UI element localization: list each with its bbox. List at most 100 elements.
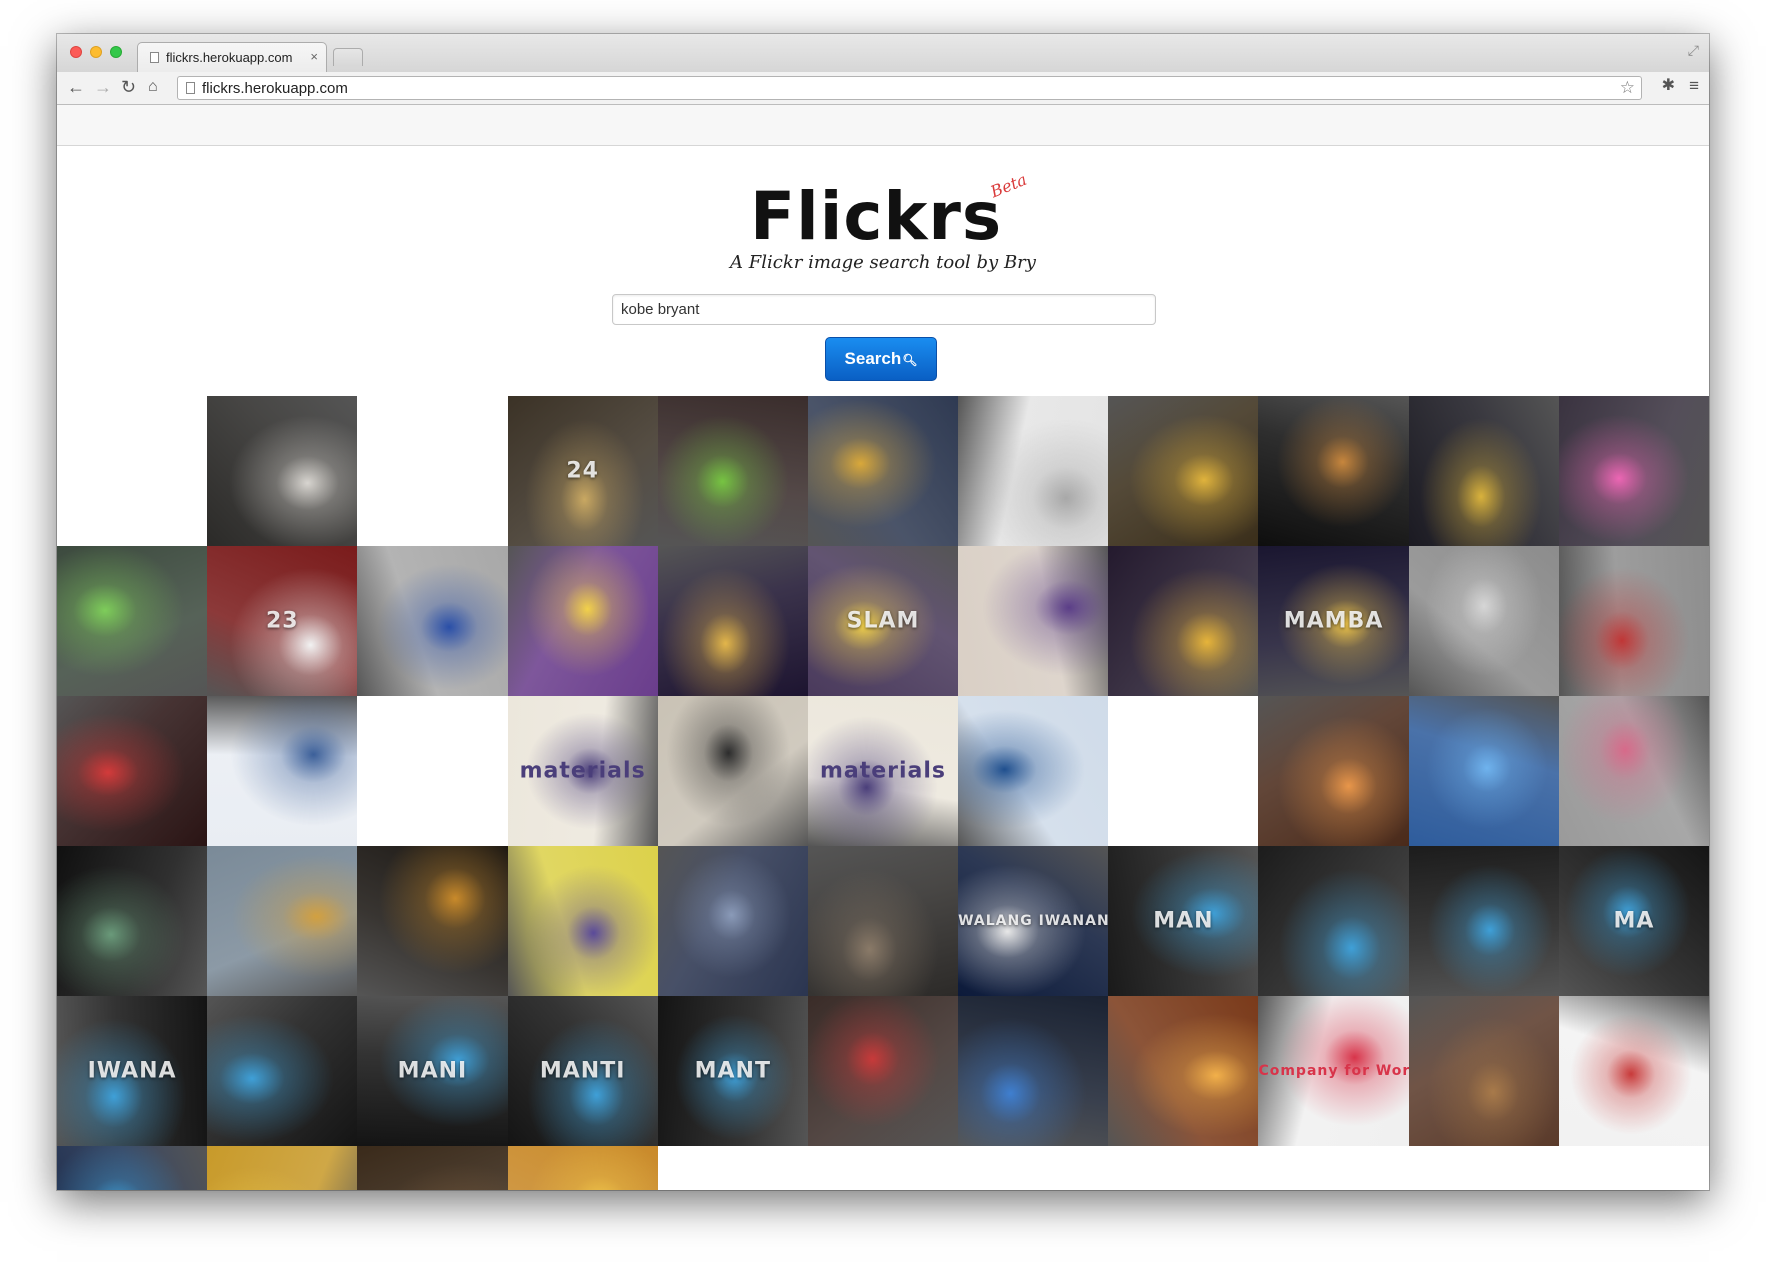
result-image-tile[interactable] [57, 696, 208, 846]
result-image-tile[interactable] [1258, 396, 1409, 546]
back-arrow-icon[interactable]: ← [67, 77, 85, 97]
result-image-tile[interactable] [958, 546, 1109, 696]
result-image-tile[interactable] [658, 1146, 808, 1190]
result-image-tile[interactable] [958, 1146, 1108, 1190]
result-image-tile[interactable] [357, 546, 508, 696]
result-image-tile[interactable] [1108, 1146, 1258, 1190]
reload-icon[interactable]: ↻ [121, 77, 136, 97]
result-image-tile[interactable]: MAN [1108, 846, 1259, 996]
close-tab-icon[interactable]: × [310, 49, 318, 64]
result-image-tile[interactable] [1108, 396, 1259, 546]
result-image-text: Company for World [1258, 1063, 1409, 1079]
minimize-window-icon[interactable] [90, 46, 102, 58]
result-image-tile[interactable] [57, 546, 208, 696]
result-image-tile[interactable] [207, 396, 358, 546]
zoom-window-icon[interactable] [110, 46, 122, 58]
result-image-tile[interactable]: SLAM [807, 546, 959, 696]
result-image-tile[interactable] [807, 996, 959, 1146]
result-image-tile[interactable] [57, 846, 208, 996]
result-image-tile[interactable] [807, 396, 959, 546]
result-image-tile[interactable] [357, 396, 507, 546]
result-image-tile[interactable]: materials [507, 696, 658, 846]
result-image-tile[interactable] [1408, 546, 1559, 696]
page-content: Flickrs Beta A Flickr image search tool … [57, 146, 1709, 1190]
result-image-tile[interactable] [958, 696, 1109, 846]
result-image-text: materials [819, 758, 947, 784]
result-image-tile[interactable]: MANT [657, 996, 808, 1146]
result-image-text: MANTI [539, 1058, 626, 1084]
result-image-tile[interactable] [1558, 996, 1709, 1146]
tab-strip: flickrs.herokuapp.com × ⤢ [57, 34, 1709, 72]
browser-tab[interactable]: flickrs.herokuapp.com × [137, 42, 327, 72]
result-image-tile[interactable] [657, 696, 808, 846]
result-image-tile[interactable] [1409, 1146, 1559, 1190]
result-image-tile[interactable] [57, 396, 207, 546]
result-image-text: IWANA [87, 1058, 177, 1084]
result-image-tile[interactable]: 23 [207, 546, 358, 696]
result-image-tile[interactable]: Company for World [1258, 996, 1409, 1146]
result-image-tile[interactable] [357, 846, 508, 996]
result-image-tile[interactable] [1408, 846, 1559, 996]
app-tagline: A Flickr image search tool by Bry [730, 252, 1036, 273]
result-image-tile[interactable] [1258, 1146, 1408, 1190]
result-image-tile[interactable] [1408, 696, 1559, 846]
forward-arrow-icon[interactable]: → [94, 77, 112, 97]
address-bar[interactable]: flickrs.herokuapp.com ☆ [177, 76, 1642, 100]
result-image-tile[interactable] [207, 696, 358, 846]
result-image-text: MAMBA [1283, 608, 1384, 634]
result-image-tile[interactable] [1408, 996, 1559, 1146]
result-image-tile[interactable] [807, 846, 959, 996]
result-image-tile[interactable] [57, 1146, 208, 1190]
result-image-tile[interactable] [207, 846, 358, 996]
result-image-tile[interactable] [958, 996, 1109, 1146]
result-image-tile[interactable] [657, 396, 808, 546]
search-button-label: Search [844, 349, 902, 368]
result-image-tile[interactable] [1558, 696, 1709, 846]
result-image-tile[interactable] [1558, 546, 1709, 696]
result-image-tile[interactable] [1558, 396, 1709, 546]
result-image-tile[interactable] [507, 1146, 658, 1190]
new-tab-button[interactable] [333, 48, 363, 66]
result-image-tile[interactable] [1408, 396, 1559, 546]
search-button[interactable]: Search 🔍︎ [825, 337, 937, 381]
result-image-tile[interactable] [657, 546, 808, 696]
result-image-tile[interactable] [1559, 1146, 1709, 1190]
result-image-tile[interactable] [207, 996, 358, 1146]
result-image-tile[interactable] [357, 1146, 508, 1190]
result-image-tile[interactable]: MAMBA [1258, 546, 1409, 696]
page-icon [150, 52, 159, 63]
result-image-tile[interactable] [1108, 996, 1259, 1146]
result-image-tile[interactable] [507, 846, 658, 996]
fullscreen-icon[interactable]: ⤢ [1688, 42, 1699, 59]
browser-window: flickrs.herokuapp.com × ⤢ ← → ↻ ⌂ flickr… [57, 34, 1709, 1190]
result-image-tile[interactable] [1108, 546, 1259, 696]
browser-toolbar: ← → ↻ ⌂ flickrs.herokuapp.com ☆ ✱ ≡ [57, 72, 1709, 105]
result-image-tile[interactable] [357, 696, 507, 846]
result-image-tile[interactable]: materials [807, 696, 959, 846]
result-image-tile[interactable] [808, 1146, 958, 1190]
result-image-tile[interactable] [657, 846, 808, 996]
result-image-text: 24 [566, 458, 599, 484]
close-window-icon[interactable] [70, 46, 82, 58]
result-image-text: SLAM [846, 608, 920, 634]
result-image-tile[interactable] [507, 546, 658, 696]
menu-icon[interactable]: ≡ [1689, 76, 1699, 96]
home-icon[interactable]: ⌂ [148, 77, 158, 97]
search-input[interactable] [612, 294, 1156, 325]
result-image-tile[interactable] [1258, 696, 1409, 846]
result-image-tile[interactable] [958, 396, 1109, 546]
result-image-tile[interactable]: MA [1558, 846, 1709, 996]
star-icon[interactable]: ☆ [1620, 78, 1635, 98]
result-image-tile[interactable]: MANI [357, 996, 508, 1146]
result-image-tile[interactable]: IWANA [57, 996, 208, 1146]
result-image-tile[interactable] [1258, 846, 1409, 996]
extension-icon[interactable]: ✱ [1662, 75, 1675, 95]
image-results-grid: 24 23 SLAM MAMBA materials materials WALANG IW… [57, 396, 1709, 1190]
result-image-tile[interactable]: WALANG IWANAN [958, 846, 1109, 996]
result-image-tile[interactable]: MANTI [507, 996, 658, 1146]
app-logo[interactable]: Flickrs [750, 182, 1002, 252]
result-image-tile[interactable]: 24 [507, 396, 658, 546]
result-image-text: MANT [694, 1058, 771, 1084]
result-image-tile[interactable] [1108, 696, 1258, 846]
result-image-tile[interactable] [207, 1146, 358, 1190]
